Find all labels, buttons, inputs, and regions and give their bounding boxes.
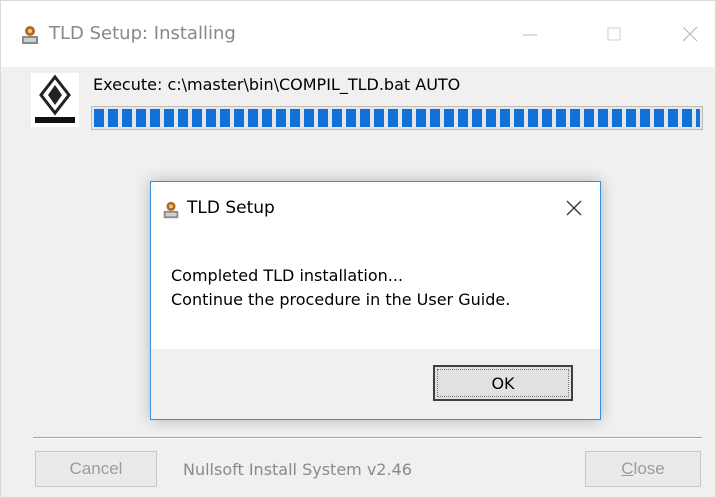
execute-status-text: Execute: c:\master\bin\COMPIL_TLD.bat AU… bbox=[93, 75, 461, 94]
setup-icon bbox=[163, 201, 179, 219]
minimize-icon bbox=[523, 34, 537, 36]
footer-separator bbox=[33, 437, 702, 439]
nsis-branding-text: Nullsoft Install System v2.46 bbox=[183, 460, 412, 479]
dialog-message-line2: Continue the procedure in the User Guide… bbox=[171, 290, 511, 309]
ok-focus-rect bbox=[437, 369, 569, 397]
close-accelerator-letter: C bbox=[621, 459, 634, 478]
renault-logo-icon bbox=[31, 73, 79, 127]
dialog-close-button[interactable] bbox=[560, 194, 588, 222]
window-title: TLD Setup: Installing bbox=[49, 23, 236, 44]
close-label-rest: lose bbox=[633, 459, 665, 478]
completion-dialog: TLD Setup Completed TLD installation... … bbox=[150, 181, 601, 420]
progress-fill bbox=[94, 109, 700, 127]
title-bar: TLD Setup: Installing bbox=[1, 1, 715, 67]
maximize-icon bbox=[607, 27, 621, 41]
cancel-button[interactable]: Cancel bbox=[35, 451, 157, 487]
close-icon bbox=[682, 26, 698, 42]
close-button[interactable]: Close bbox=[585, 451, 701, 487]
dialog-message-line1: Completed TLD installation... bbox=[171, 266, 404, 285]
close-icon bbox=[566, 200, 582, 216]
install-progress-bar bbox=[91, 106, 703, 130]
dialog-title: TLD Setup bbox=[187, 198, 275, 218]
minimize-button[interactable] bbox=[513, 19, 547, 49]
setup-icon bbox=[22, 26, 38, 44]
maximize-button[interactable] bbox=[597, 19, 631, 49]
dialog-button-area: OK bbox=[151, 349, 600, 419]
window-close-button[interactable] bbox=[673, 19, 707, 49]
ok-button[interactable]: OK bbox=[433, 365, 573, 401]
